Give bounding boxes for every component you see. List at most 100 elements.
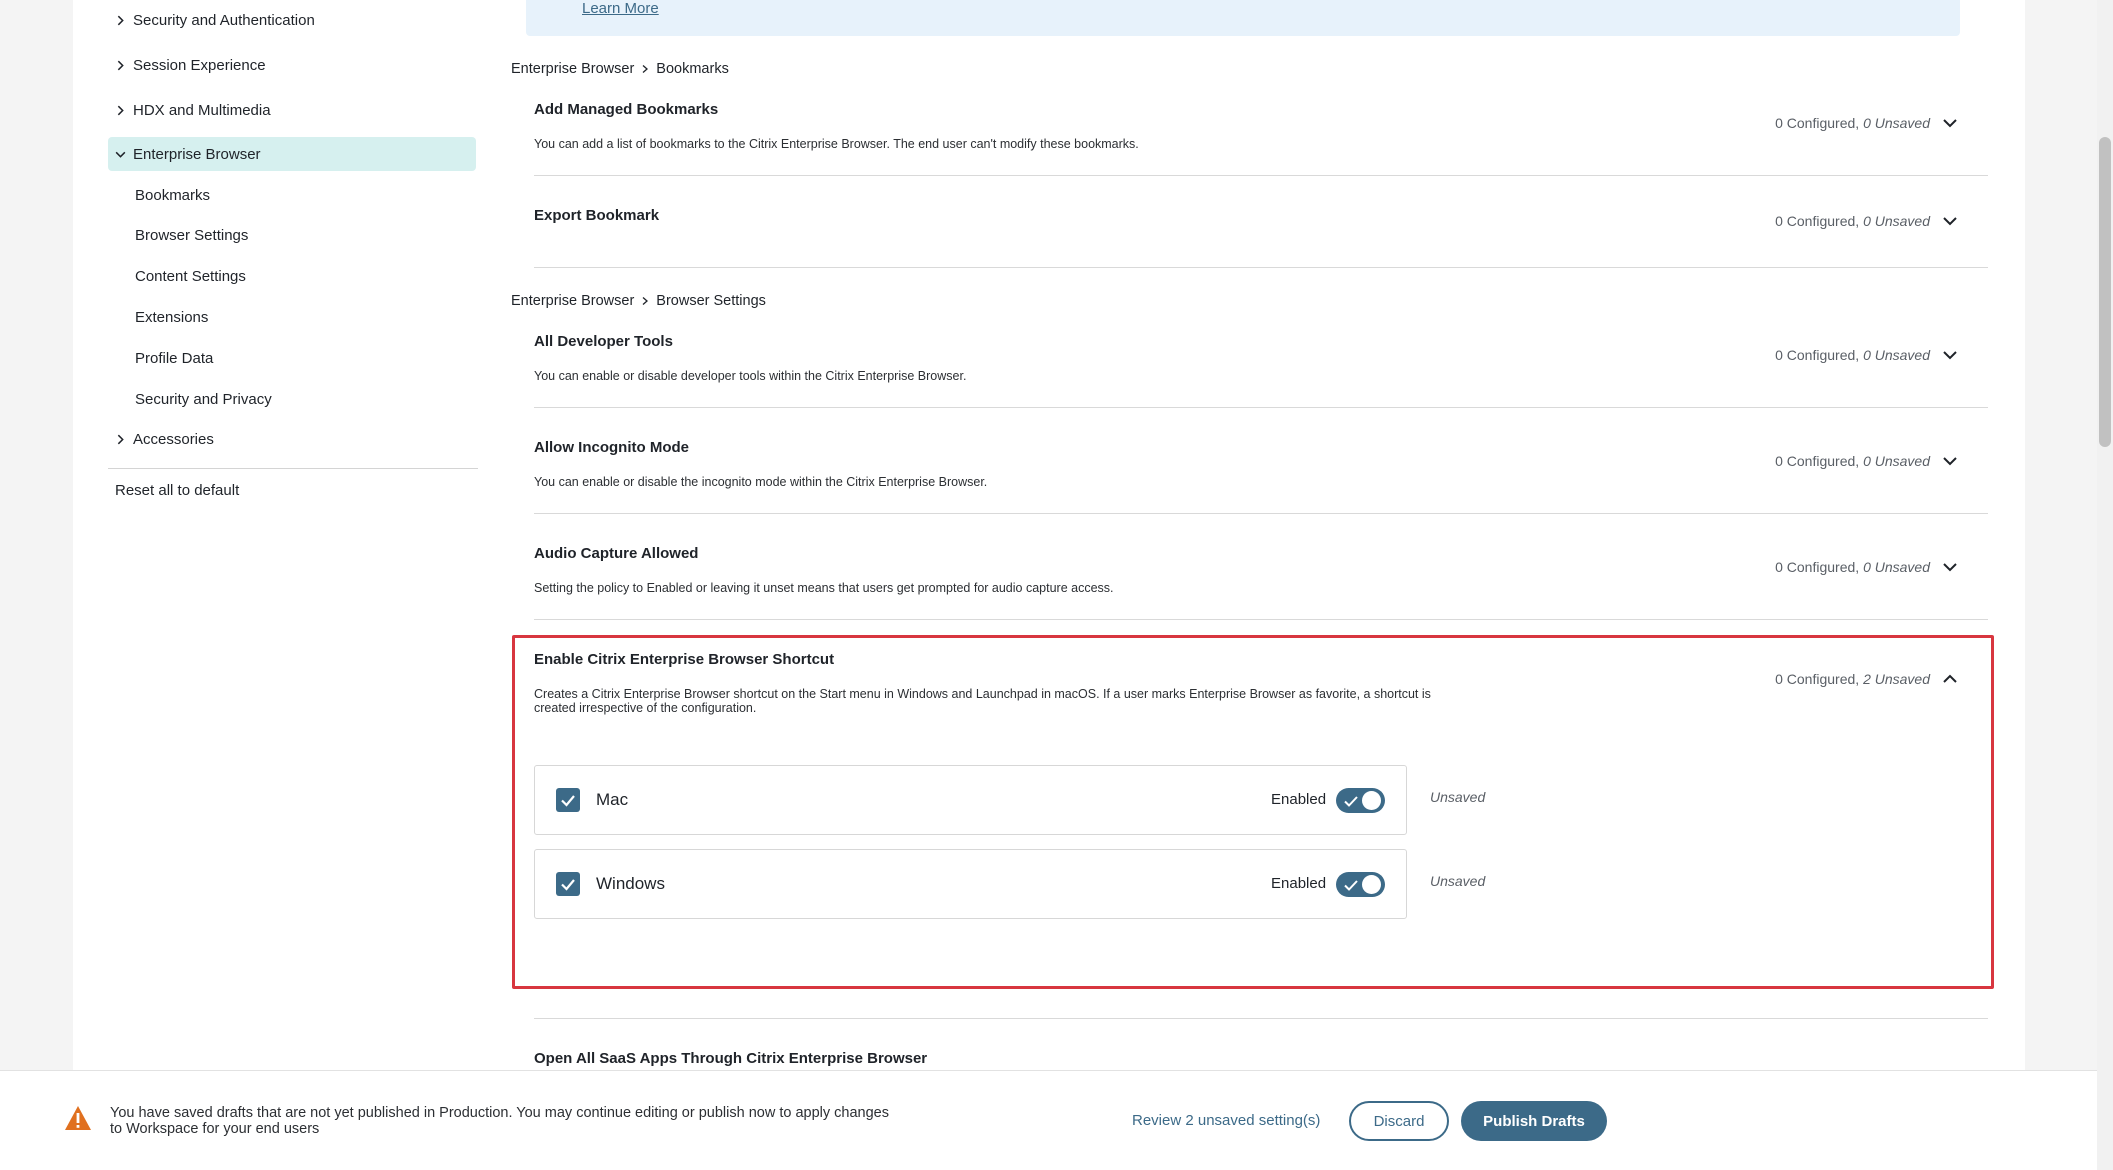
- setting-title: Enable Citrix Enterprise Browser Shortcu…: [534, 651, 835, 668]
- sidebar-group-label: Security and Authentication: [133, 11, 315, 29]
- windows-status: Unsaved: [1430, 873, 1486, 889]
- sidebar-group-security-and-authentication[interactable]: Security and Authentication: [108, 3, 476, 37]
- chevron-down-icon: [1943, 457, 1957, 466]
- chevron-down-icon: [1943, 563, 1957, 572]
- setting-title: All Developer Tools: [534, 333, 673, 350]
- sidebar-group-label: HDX and Multimedia: [133, 101, 271, 119]
- reset-all-link[interactable]: Reset all to default: [115, 482, 239, 499]
- check-icon: [561, 879, 575, 891]
- platform-row-mac: Mac Enabled: [534, 765, 1407, 835]
- configured-count: 0 Configured,: [1775, 347, 1860, 363]
- collapse-setting-button[interactable]: [1940, 669, 1960, 689]
- configured-count: 0 Configured,: [1775, 213, 1860, 229]
- discard-button[interactable]: Discard: [1349, 1101, 1449, 1141]
- check-icon: [1343, 877, 1359, 893]
- setting-status: 0 Configured, 0 Unsaved: [1775, 347, 1930, 363]
- setting-open-all-saas-apps: Open All SaaS Apps Through Citrix Enterp…: [534, 1050, 1988, 1070]
- windows-checkbox[interactable]: [556, 872, 580, 896]
- setting-add-managed-bookmarks: Add Managed Bookmarks You can add a list…: [534, 101, 1988, 177]
- mac-enabled-toggle[interactable]: [1336, 788, 1385, 813]
- scrollbar-thumb[interactable]: [2099, 137, 2111, 447]
- sidebar-group-hdx-and-multimedia[interactable]: HDX and Multimedia: [108, 93, 476, 127]
- draft-warning-message: You have saved drafts that are not yet p…: [110, 1105, 910, 1137]
- expand-setting-button[interactable]: [1940, 211, 1960, 231]
- chevron-up-icon: [1943, 674, 1957, 683]
- configured-count: 0 Configured,: [1775, 453, 1860, 469]
- setting-title: Audio Capture Allowed: [534, 545, 699, 562]
- sidebar-item-content-settings[interactable]: Content Settings: [135, 261, 246, 291]
- configured-count: 0 Configured,: [1775, 559, 1860, 575]
- info-banner: Learn More: [526, 0, 1960, 36]
- chevron-right-icon: [114, 14, 127, 27]
- sidebar-item-extensions[interactable]: Extensions: [135, 302, 208, 332]
- unsaved-count: 0 Unsaved: [1863, 453, 1930, 469]
- section-breadcrumb-bookmarks: Enterprise Browser Bookmarks: [511, 61, 729, 77]
- toggle-knob: [1362, 791, 1381, 810]
- chevron-down-icon: [1943, 119, 1957, 128]
- chevron-right-icon: [114, 104, 127, 117]
- toggle-knob: [1362, 875, 1381, 894]
- unsaved-count: 0 Unsaved: [1863, 115, 1930, 131]
- sidebar-group-accessories[interactable]: Accessories: [108, 422, 476, 456]
- sidebar-item-bookmarks[interactable]: Bookmarks: [135, 180, 210, 210]
- sidebar-group-label: Session Experience: [133, 56, 266, 74]
- setting-allow-incognito-mode: Allow Incognito Mode You can enable or d…: [534, 439, 1988, 515]
- expand-setting-button[interactable]: [1940, 113, 1960, 133]
- setting-status: 0 Configured, 0 Unsaved: [1775, 115, 1930, 131]
- warning-triangle-icon: [64, 1105, 92, 1131]
- sidebar-group-label: Enterprise Browser: [133, 145, 261, 163]
- setting-status: 0 Configured, 0 Unsaved: [1775, 559, 1930, 575]
- unsaved-count: 0 Unsaved: [1863, 559, 1930, 575]
- configured-count: 0 Configured,: [1775, 115, 1860, 131]
- check-icon: [561, 795, 575, 807]
- chevron-right-icon: [114, 59, 127, 72]
- setting-divider: [534, 513, 1988, 514]
- chevron-down-icon: [114, 148, 127, 161]
- expand-setting-button[interactable]: [1940, 557, 1960, 577]
- sidebar-group-enterprise-browser[interactable]: Enterprise Browser: [108, 137, 476, 171]
- setting-status: 0 Configured, 0 Unsaved: [1775, 213, 1930, 229]
- setting-description: You can enable or disable developer tool…: [534, 369, 967, 383]
- toggle-state-label: Enabled: [1271, 791, 1327, 808]
- setting-description-line-2: created irrespective of the configuratio…: [534, 701, 757, 715]
- setting-description: Setting the policy to Enabled or leaving…: [534, 581, 1114, 595]
- setting-divider: [534, 267, 1988, 268]
- chevron-down-icon: [1943, 217, 1957, 226]
- breadcrumb-child: Browser Settings: [656, 293, 766, 309]
- setting-divider: [534, 1018, 1988, 1019]
- warning-line-1: You have saved drafts that are not yet p…: [110, 1105, 889, 1121]
- app-window: Security and Authentication Session Expe…: [0, 0, 2113, 1170]
- unsaved-count: 2 Unsaved: [1863, 671, 1930, 687]
- setting-title: Export Bookmark: [534, 207, 660, 224]
- setting-description: Creates a Citrix Enterprise Browser shor…: [534, 687, 1431, 715]
- setting-title: Add Managed Bookmarks: [534, 101, 719, 118]
- sidebar-item-profile-data[interactable]: Profile Data: [135, 343, 213, 373]
- mac-checkbox[interactable]: [556, 788, 580, 812]
- setting-divider: [534, 175, 1988, 176]
- setting-status: 0 Configured, 0 Unsaved: [1775, 453, 1930, 469]
- setting-description-line-1: Creates a Citrix Enterprise Browser shor…: [534, 687, 1431, 701]
- configured-count: 0 Configured,: [1775, 671, 1860, 687]
- publish-drafts-button[interactable]: Publish Drafts: [1461, 1101, 1607, 1141]
- sidebar-item-browser-settings[interactable]: Browser Settings: [135, 220, 248, 250]
- warning-line-2: to Workspace for your end users: [110, 1121, 320, 1137]
- expand-setting-button[interactable]: [1940, 451, 1960, 471]
- setting-export-bookmark: Export Bookmark 0 Configured, 0 Unsaved: [534, 207, 1988, 269]
- windows-enabled-toggle[interactable]: [1336, 872, 1385, 897]
- mac-status: Unsaved: [1430, 789, 1486, 805]
- platform-row-windows: Windows Enabled: [534, 849, 1407, 919]
- sidebar-group-label: Accessories: [133, 430, 214, 448]
- setting-title: Allow Incognito Mode: [534, 439, 689, 456]
- setting-divider: [534, 407, 1988, 408]
- setting-description: You can add a list of bookmarks to the C…: [534, 137, 1139, 151]
- breadcrumb-child: Bookmarks: [656, 61, 729, 77]
- sidebar-item-security-and-privacy[interactable]: Security and Privacy: [135, 384, 272, 414]
- draft-notification-bar: You have saved drafts that are not yet p…: [0, 1070, 2097, 1170]
- breadcrumb-parent: Enterprise Browser: [511, 61, 635, 77]
- sidebar-group-session-experience[interactable]: Session Experience: [108, 48, 476, 82]
- learn-more-link[interactable]: Learn More: [582, 0, 659, 17]
- expand-setting-button[interactable]: [1940, 345, 1960, 365]
- section-breadcrumb-browser-settings: Enterprise Browser Browser Settings: [511, 293, 766, 309]
- check-icon: [1343, 793, 1359, 809]
- review-unsaved-link[interactable]: Review 2 unsaved setting(s): [1132, 1112, 1320, 1129]
